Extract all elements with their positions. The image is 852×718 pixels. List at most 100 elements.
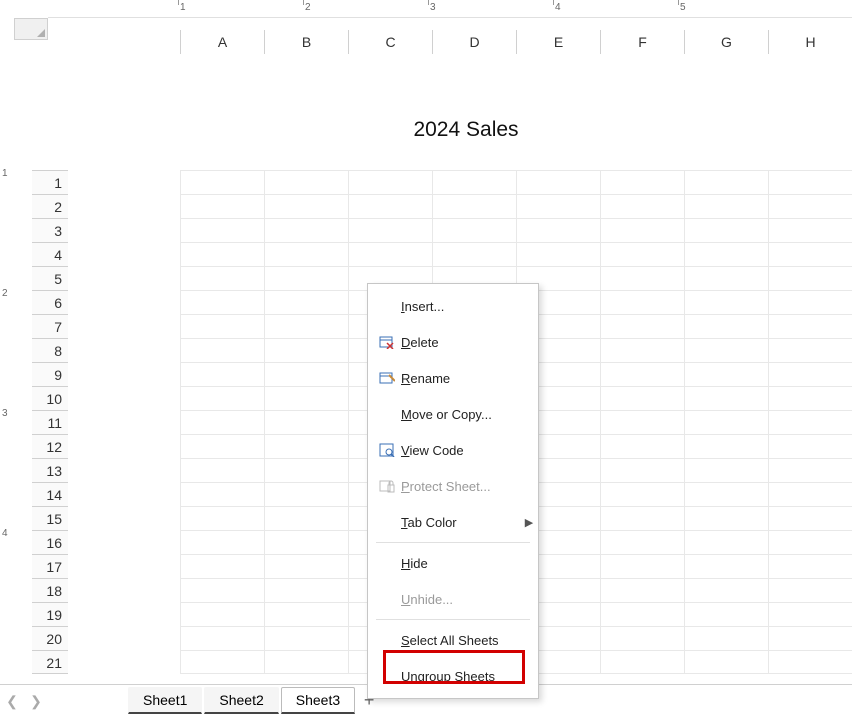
cell[interactable] xyxy=(180,482,264,506)
cell[interactable] xyxy=(768,242,852,266)
sheet-tab[interactable]: Sheet1 xyxy=(128,687,202,714)
cell[interactable] xyxy=(432,170,516,194)
row-header[interactable]: 16 xyxy=(32,530,68,554)
cell[interactable] xyxy=(180,314,264,338)
cell[interactable] xyxy=(768,650,852,674)
row-header[interactable]: 15 xyxy=(32,506,68,530)
sheet-tab[interactable]: Sheet2 xyxy=(204,687,278,714)
cell[interactable] xyxy=(768,386,852,410)
cell[interactable] xyxy=(768,266,852,290)
cell[interactable] xyxy=(684,362,768,386)
cell[interactable] xyxy=(684,194,768,218)
cell[interactable] xyxy=(264,626,348,650)
cell[interactable] xyxy=(348,218,432,242)
select-all-cells-button[interactable] xyxy=(14,18,48,40)
cell[interactable] xyxy=(264,602,348,626)
cell[interactable] xyxy=(600,362,684,386)
cell[interactable] xyxy=(516,170,600,194)
menu-item-rename[interactable]: Rename xyxy=(368,360,538,396)
cell[interactable] xyxy=(180,410,264,434)
cell[interactable] xyxy=(180,554,264,578)
cell[interactable] xyxy=(768,530,852,554)
cell[interactable] xyxy=(768,506,852,530)
cell[interactable] xyxy=(684,626,768,650)
row-header[interactable]: 8 xyxy=(32,338,68,362)
cell[interactable] xyxy=(432,194,516,218)
cell[interactable] xyxy=(264,266,348,290)
cell[interactable] xyxy=(600,554,684,578)
column-header[interactable]: A xyxy=(180,30,264,54)
cell[interactable] xyxy=(684,386,768,410)
cell[interactable] xyxy=(180,290,264,314)
cell[interactable] xyxy=(180,578,264,602)
cell[interactable] xyxy=(684,482,768,506)
cell[interactable] xyxy=(180,338,264,362)
cell[interactable] xyxy=(684,410,768,434)
cell[interactable] xyxy=(264,554,348,578)
cell[interactable] xyxy=(684,530,768,554)
prev-sheet-button[interactable]: ❮ xyxy=(0,689,24,713)
cell[interactable] xyxy=(264,458,348,482)
cell[interactable] xyxy=(180,458,264,482)
cell[interactable] xyxy=(180,218,264,242)
cell[interactable] xyxy=(264,650,348,674)
cell[interactable] xyxy=(684,434,768,458)
cell[interactable] xyxy=(600,290,684,314)
cell[interactable] xyxy=(684,290,768,314)
cell[interactable] xyxy=(180,362,264,386)
cell[interactable] xyxy=(600,410,684,434)
cell[interactable] xyxy=(180,386,264,410)
cell[interactable] xyxy=(264,530,348,554)
cell[interactable] xyxy=(264,242,348,266)
cell[interactable] xyxy=(768,458,852,482)
cell[interactable] xyxy=(516,242,600,266)
cell[interactable] xyxy=(180,434,264,458)
cell[interactable] xyxy=(600,170,684,194)
cell[interactable] xyxy=(600,242,684,266)
cell[interactable] xyxy=(768,554,852,578)
row-header[interactable]: 21 xyxy=(32,650,68,674)
cell[interactable] xyxy=(768,626,852,650)
cell[interactable] xyxy=(348,242,432,266)
cell[interactable] xyxy=(684,338,768,362)
sheet-tab-active[interactable]: Sheet3 xyxy=(281,687,355,714)
column-header[interactable]: E xyxy=(516,30,600,54)
cell[interactable] xyxy=(180,506,264,530)
cell[interactable] xyxy=(768,218,852,242)
cell[interactable] xyxy=(768,170,852,194)
cell[interactable] xyxy=(600,626,684,650)
cell[interactable] xyxy=(684,650,768,674)
menu-item-delete[interactable]: Delete xyxy=(368,324,538,360)
cell[interactable] xyxy=(684,578,768,602)
cell[interactable] xyxy=(684,218,768,242)
row-header[interactable]: 9 xyxy=(32,362,68,386)
cell[interactable] xyxy=(264,506,348,530)
row-header[interactable]: 11 xyxy=(32,410,68,434)
cell[interactable] xyxy=(516,218,600,242)
cell[interactable] xyxy=(768,602,852,626)
cell[interactable] xyxy=(684,266,768,290)
cell[interactable] xyxy=(600,386,684,410)
next-sheet-button[interactable]: ❯ xyxy=(24,689,48,713)
cell[interactable] xyxy=(264,194,348,218)
cell[interactable] xyxy=(516,194,600,218)
menu-item-move-copy[interactable]: Move or Copy... xyxy=(368,396,538,432)
cell[interactable] xyxy=(264,218,348,242)
cell[interactable] xyxy=(684,170,768,194)
cell[interactable] xyxy=(600,434,684,458)
cell[interactable] xyxy=(348,194,432,218)
row-header[interactable]: 6 xyxy=(32,290,68,314)
cell[interactable] xyxy=(600,530,684,554)
menu-item-hide[interactable]: Hide xyxy=(368,545,538,581)
cell[interactable] xyxy=(264,410,348,434)
cell[interactable] xyxy=(768,410,852,434)
column-header[interactable]: C xyxy=(348,30,432,54)
cell[interactable] xyxy=(768,290,852,314)
cell[interactable] xyxy=(684,242,768,266)
cell[interactable] xyxy=(180,602,264,626)
cell[interactable] xyxy=(264,434,348,458)
row-header[interactable]: 2 xyxy=(32,194,68,218)
row-header[interactable]: 7 xyxy=(32,314,68,338)
menu-item-ungroup-sheets[interactable]: Ungroup Sheets xyxy=(368,658,538,694)
cell[interactable] xyxy=(600,266,684,290)
